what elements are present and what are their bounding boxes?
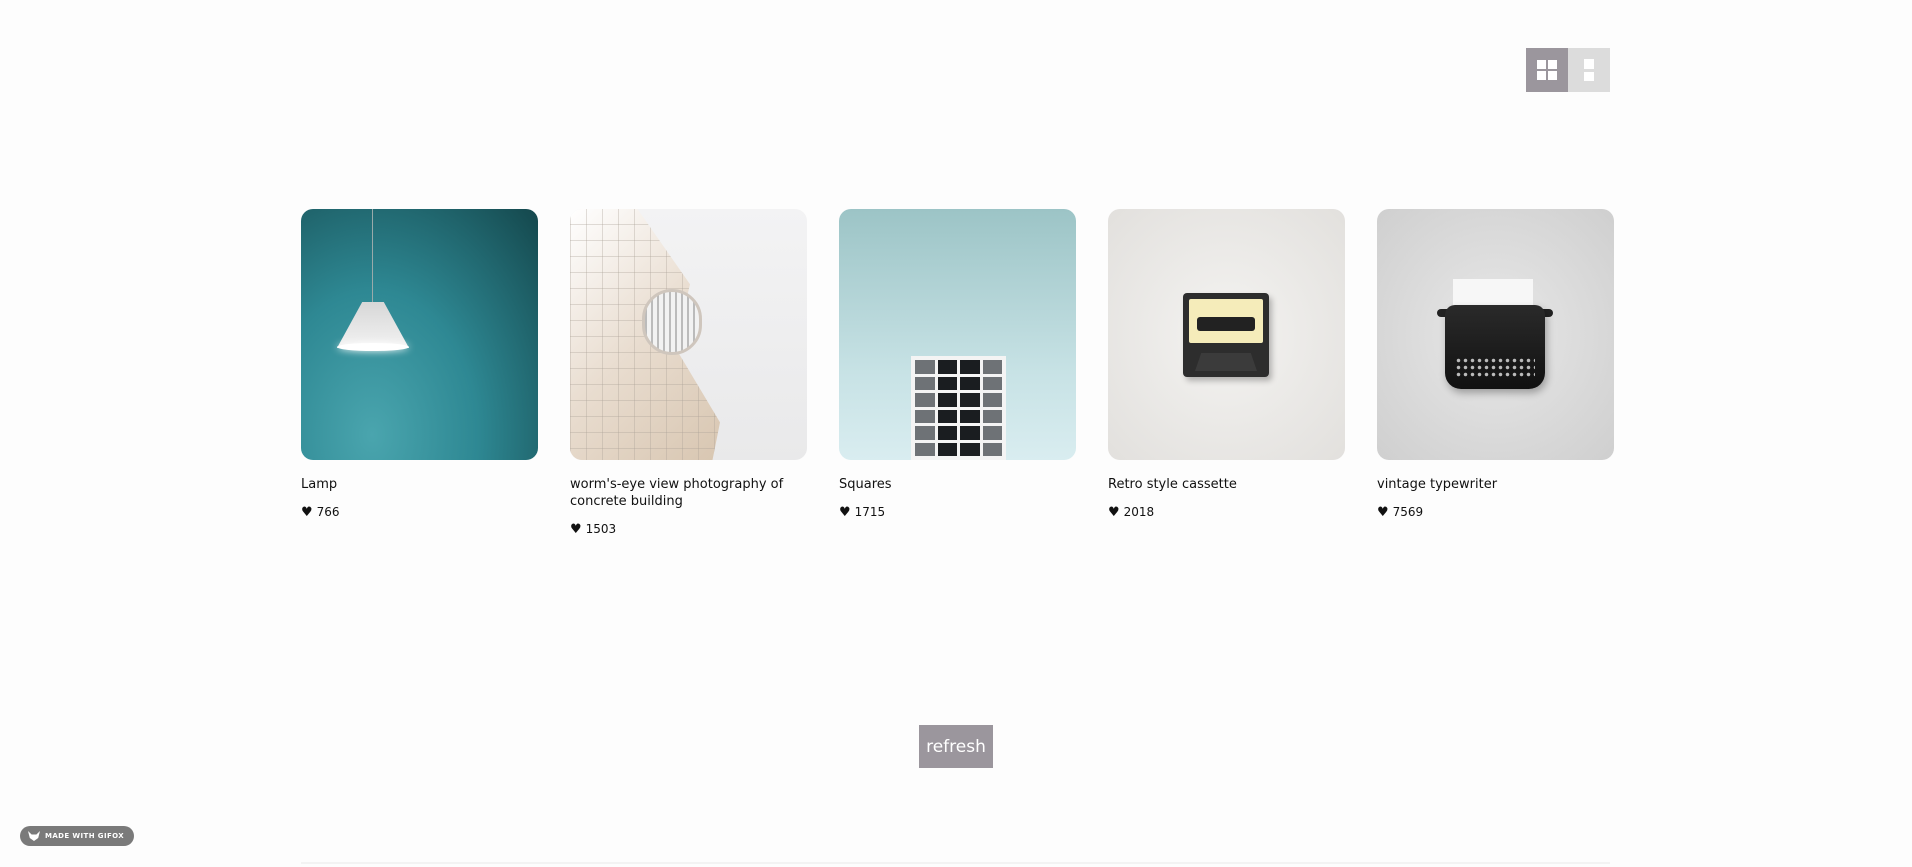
photo-thumbnail[interactable] [1108, 209, 1345, 460]
photo-title: worm's-eye view photography of concrete … [570, 477, 784, 509]
like-count-value: 1503 [585, 522, 617, 536]
photo-title: vintage typewriter [1377, 477, 1498, 492]
refresh-button[interactable]: refresh [919, 725, 993, 768]
like-count[interactable]: ♥ 766 [301, 505, 538, 519]
photo-thumbnail[interactable] [570, 209, 807, 460]
photo-card[interactable]: worm's-eye view photography of concrete … [570, 209, 807, 536]
footer-divider [301, 862, 1610, 864]
list-view-button[interactable] [1568, 48, 1610, 92]
heart-icon: ♥ [839, 504, 851, 520]
like-count[interactable]: ♥ 1715 [839, 505, 1076, 519]
fox-icon [28, 831, 40, 841]
photo-card[interactable]: Retro style cassette ♥ 2018 [1108, 209, 1345, 536]
grid-view-icon [1537, 60, 1557, 80]
photo-card[interactable]: Lamp ♥ 766 [301, 209, 538, 536]
photo-card[interactable]: vintage typewriter ♥ 7569 [1377, 209, 1614, 536]
photo-title: Retro style cassette [1108, 477, 1237, 492]
photo-card[interactable]: Squares ♥ 1715 [839, 209, 1076, 536]
heart-icon: ♥ [1108, 504, 1120, 520]
photo-thumbnail[interactable] [1377, 209, 1614, 460]
like-count-value: 1715 [854, 505, 886, 519]
gifox-badge[interactable]: MADE WITH GIFOX [20, 826, 135, 846]
like-count[interactable]: ♥ 2018 [1108, 505, 1345, 519]
heart-icon: ♥ [1377, 504, 1389, 520]
photo-grid: Lamp ♥ 766 worm's-eye view photography o… [301, 209, 1614, 536]
photo-thumbnail[interactable] [839, 209, 1076, 460]
grid-view-button[interactable] [1526, 48, 1568, 92]
like-count[interactable]: ♥ 1503 [570, 522, 807, 536]
heart-icon: ♥ [301, 504, 313, 520]
photo-title: Lamp [301, 477, 338, 492]
list-view-icon [1584, 59, 1594, 81]
gifox-badge-label: MADE WITH GIFOX [45, 832, 125, 840]
photo-title: Squares [839, 477, 892, 492]
photo-thumbnail[interactable] [301, 209, 538, 460]
like-count[interactable]: ♥ 7569 [1377, 505, 1614, 519]
heart-icon: ♥ [570, 521, 582, 537]
like-count-value: 7569 [1392, 505, 1424, 519]
like-count-value: 766 [316, 505, 340, 519]
like-count-value: 2018 [1123, 505, 1155, 519]
view-toggle [1526, 48, 1610, 92]
